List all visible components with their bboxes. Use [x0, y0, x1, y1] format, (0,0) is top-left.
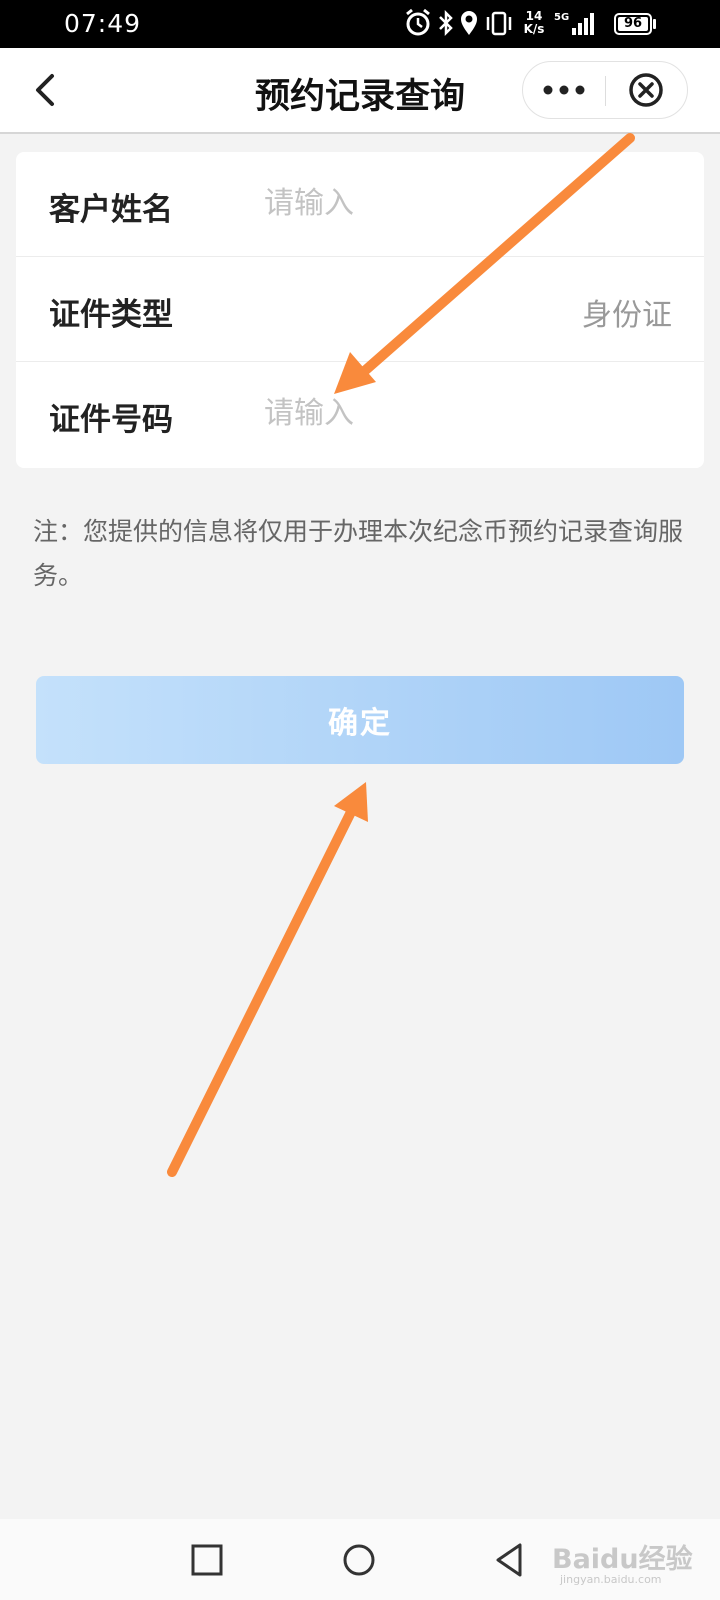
id-type-select[interactable]: 身份证	[582, 290, 672, 334]
home-icon[interactable]	[338, 1539, 380, 1581]
form-row-id-number: 证件号码	[16, 362, 704, 467]
close-circle-icon[interactable]	[607, 62, 687, 118]
status-bar: 07:49 14 K/s 5G 96	[0, 0, 720, 48]
signal-icon	[572, 13, 594, 35]
battery-tip	[653, 19, 656, 29]
status-icons: 14 K/s 5G 96	[404, 8, 664, 40]
query-form: 客户姓名 证件类型 身份证 证件号码	[16, 152, 704, 468]
status-time: 07:49	[64, 9, 142, 38]
more-dots-icon[interactable]	[523, 62, 605, 118]
network-type: 5G	[554, 12, 570, 23]
recent-apps-icon[interactable]	[186, 1539, 228, 1581]
net-speed: 14 K/s	[520, 10, 548, 36]
system-nav-bar: Baidu经验 jingyan.baidu.com	[0, 1519, 720, 1600]
bluetooth-icon	[439, 9, 453, 37]
battery-icon: 96	[614, 13, 652, 35]
customer-name-label: 客户姓名	[49, 192, 173, 228]
battery-level: 96	[623, 16, 643, 31]
id-number-input[interactable]	[264, 388, 664, 438]
mini-program-capsule	[522, 61, 688, 119]
nav-bar: 预约记录查询	[0, 48, 720, 134]
id-number-label: 证件号码	[49, 402, 173, 438]
location-icon	[461, 11, 477, 35]
vibrate-icon	[486, 11, 512, 36]
form-row-id-type[interactable]: 证件类型 身份证	[16, 257, 704, 362]
alarm-icon	[406, 8, 430, 36]
back-triangle-icon[interactable]	[490, 1539, 532, 1581]
id-type-label: 证件类型	[49, 297, 173, 333]
confirm-button[interactable]: 确定	[36, 676, 684, 764]
arrow-to-confirm	[167, 782, 368, 1177]
watermark-logo: Baidu经验	[552, 1544, 693, 1575]
watermark-url: jingyan.baidu.com	[560, 1573, 662, 1586]
net-speed-unit: K/s	[523, 22, 545, 36]
capsule-divider	[605, 76, 606, 106]
customer-name-input[interactable]	[264, 178, 664, 228]
privacy-note: 注：您提供的信息将仅用于办理本次纪念币预约记录查询服务。	[33, 517, 684, 590]
form-row-customer-name: 客户姓名	[16, 152, 704, 257]
